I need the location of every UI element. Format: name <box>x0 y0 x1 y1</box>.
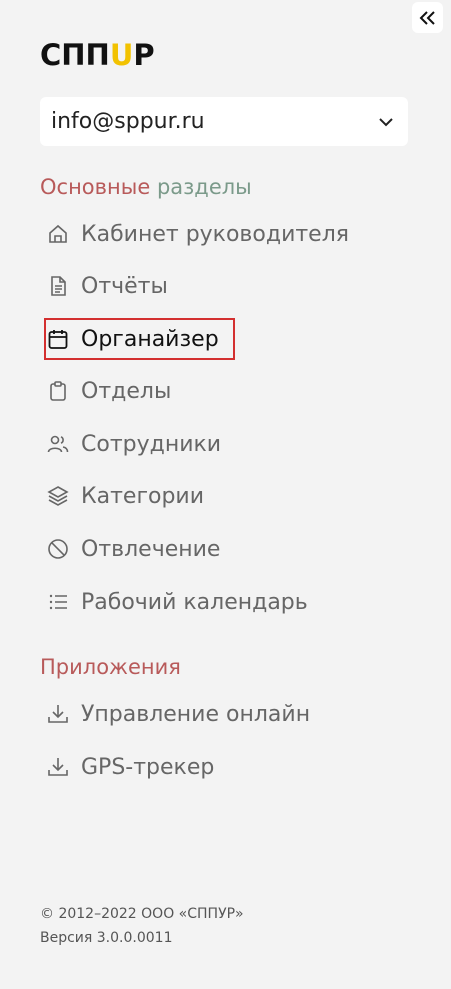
nav-item-label: GPS-трекер <box>81 754 215 780</box>
nav-item-gps-tracker[interactable]: GPS-трекер <box>46 747 214 787</box>
main-section-title: Основные разделы <box>40 175 252 199</box>
document-icon <box>46 274 70 298</box>
nav-item-label: Управление онлайн <box>81 701 311 727</box>
nav-item-work-calendar[interactable]: Рабочий календарь <box>46 582 308 622</box>
layers-icon <box>46 484 70 508</box>
collapse-sidebar-button[interactable] <box>412 2 443 33</box>
nav-item-manager-cabinet[interactable]: Кабинет руководителя <box>46 214 349 254</box>
logo-text-left: СПП <box>40 38 110 72</box>
account-selector[interactable]: info@sppur.ru <box>40 97 408 146</box>
nav-item-categories[interactable]: Категории <box>46 476 204 516</box>
nav-item-distraction[interactable]: Отвлечение <box>46 529 220 569</box>
account-email: info@sppur.ru <box>51 109 205 134</box>
chevron-down-icon <box>379 117 393 126</box>
footer-version: Версия 3.0.0.0011 <box>40 930 173 946</box>
nav-item-employees[interactable]: Сотрудники <box>46 424 221 464</box>
nav-item-label: Отвлечение <box>81 536 221 562</box>
nav-item-label: Отделы <box>81 378 172 404</box>
nav-item-label: Отчёты <box>81 273 168 299</box>
nav-item-label: Рабочий календарь <box>81 589 308 615</box>
apps-section-title: Приложения <box>40 655 181 679</box>
ban-icon <box>46 537 70 561</box>
home-icon <box>46 222 70 246</box>
nav-item-label: Кабинет руководителя <box>81 221 350 247</box>
logo-text-right: Р <box>133 38 155 72</box>
active-item-highlight <box>44 318 235 360</box>
footer-copyright: © 2012–2022 ООО «СППУР» <box>40 906 244 922</box>
nav-item-departments[interactable]: Отделы <box>46 371 171 411</box>
users-icon <box>46 432 70 456</box>
list-icon <box>46 590 70 614</box>
nav-item-online-management[interactable]: Управление онлайн <box>46 694 310 734</box>
apps-section-title-text: Приложения <box>40 655 181 679</box>
nav-item-label: Сотрудники <box>81 431 222 457</box>
clipboard-icon <box>46 379 70 403</box>
nav-item-reports[interactable]: Отчёты <box>46 266 168 306</box>
double-chevron-left-icon <box>419 10 435 25</box>
download-icon <box>46 702 70 726</box>
download-icon <box>46 755 70 779</box>
logo: СППUР <box>40 37 155 73</box>
main-section-title-part1: Основные <box>40 175 151 199</box>
logo-text-mid: U <box>109 38 134 72</box>
main-section-title-part2: разделы <box>150 175 252 199</box>
nav-item-label: Категории <box>81 483 205 509</box>
